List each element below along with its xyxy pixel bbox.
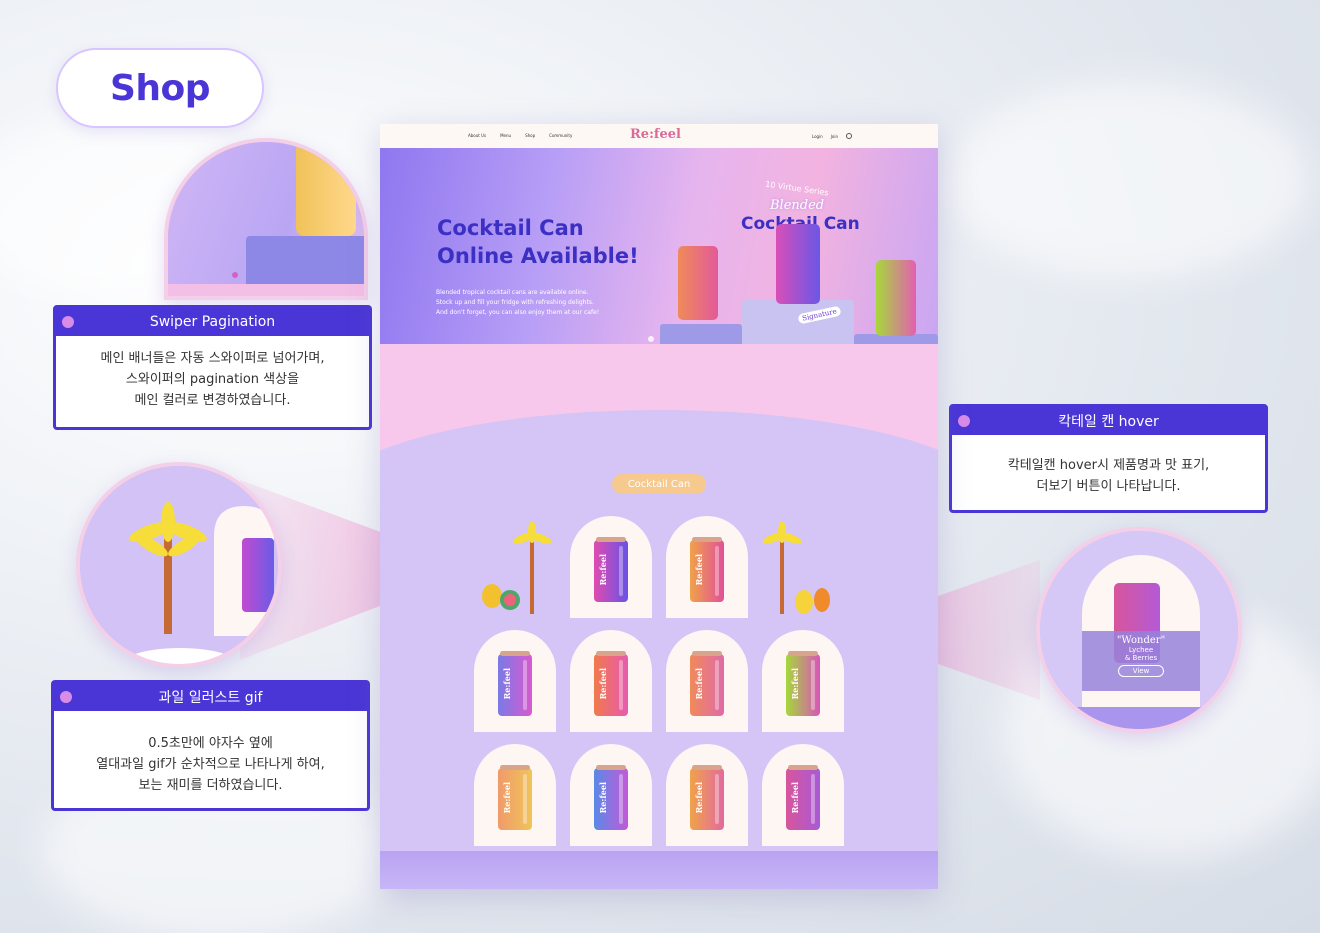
swiper-pagination-dot[interactable] xyxy=(648,336,654,342)
product-card[interactable]: Re:feel xyxy=(474,630,556,732)
product-card[interactable]: Re:feel xyxy=(570,630,652,732)
card-title: 과일 일러스트 gif xyxy=(158,690,263,706)
annotation-card-cocktail: 칵테일 캔 hover 칵테일캔 hover시 제품명과 맛 표기, 더보기 버… xyxy=(949,404,1268,513)
card-line: 칵테일캔 hover시 제품명과 맛 표기, xyxy=(1007,458,1210,473)
nav-item-menu[interactable]: Menu xyxy=(500,133,511,138)
login-link[interactable]: Login xyxy=(812,134,823,139)
hero-banner: Cocktail Can Online Available! Blended t… xyxy=(380,148,938,344)
hero-description: Blended tropical cocktail cans are avail… xyxy=(436,289,600,316)
footer-band xyxy=(380,851,938,889)
swiper-dot-active xyxy=(232,272,238,278)
mango-icon xyxy=(482,584,502,608)
palm-right-icon xyxy=(762,521,830,614)
hero-can xyxy=(678,246,718,320)
site-logo[interactable]: Re:feel xyxy=(630,127,681,142)
pineapple-icon xyxy=(795,590,813,614)
site-nav: About Us Menu Shop Community Re:feel Log… xyxy=(380,124,938,148)
product-card[interactable]: Re:feel xyxy=(666,516,748,618)
card-line: 메인 컬러로 변경하였습니다. xyxy=(134,393,291,408)
hero-can xyxy=(776,224,820,304)
annotation-card-fruit: 과일 일러스트 gif 0.5초만에 야자수 옆에 열대과일 gif가 순차적으… xyxy=(51,680,370,811)
hover-flavor: & Berries xyxy=(1124,654,1158,662)
product-card[interactable]: Re:feel xyxy=(474,744,556,846)
card-dot xyxy=(958,415,970,427)
view-button[interactable]: View xyxy=(1118,665,1164,677)
card-line: 0.5초만에 야자수 옆에 xyxy=(148,736,273,751)
hero-can xyxy=(876,260,916,336)
nav-item-shop[interactable]: Shop xyxy=(525,133,535,138)
card-line: 스와이퍼의 pagination 색상을 xyxy=(125,372,300,387)
card-line: 메인 배너들은 자동 스와이퍼로 넘어가며, xyxy=(100,351,325,366)
zoom-hover: "Wonder" Lychee & Berries View xyxy=(1036,527,1242,733)
zoom-swiper xyxy=(164,138,368,300)
product-card[interactable]: Re:feel xyxy=(762,744,844,846)
annotation-card-swiper: Swiper Pagination 메인 배너들은 자동 스와이퍼로 넘어가며,… xyxy=(53,305,372,430)
card-line: 더보기 버튼이 나타납니다. xyxy=(1036,479,1181,494)
hover-overlay: "Wonder" Lychee & Berries View xyxy=(1082,631,1200,691)
product-card[interactable]: Re:feel xyxy=(762,630,844,732)
product-card[interactable]: Re:feel xyxy=(666,630,748,732)
section-badge: Cocktail Can xyxy=(612,474,706,494)
card-line: 열대과일 gif가 순차적으로 나타나게 하여, xyxy=(96,757,325,772)
zoom-fruit xyxy=(76,462,282,668)
palm-left-icon xyxy=(482,521,552,614)
can-zoom xyxy=(242,538,274,612)
website-mockup: About Us Menu Shop Community Re:feel Log… xyxy=(380,124,938,889)
card-dot xyxy=(60,691,72,703)
join-link[interactable]: Join xyxy=(831,134,838,139)
card-title: 칵테일 캔 hover xyxy=(1058,414,1159,430)
pedestal xyxy=(660,324,742,344)
hero-series-label: 10 Virtue Series xyxy=(764,179,830,198)
product-card[interactable]: Re:feel xyxy=(570,744,652,846)
card-title: Swiper Pagination xyxy=(149,314,276,330)
nav-item-about[interactable]: About Us xyxy=(468,133,486,138)
hero-blended: Blended xyxy=(770,198,825,213)
papaya-icon xyxy=(814,588,830,612)
card-line: 보는 재미를 더하였습니다. xyxy=(138,778,283,793)
hero-title: Cocktail Can Online Available! xyxy=(437,216,639,268)
hover-flavor: Lychee xyxy=(1128,646,1154,654)
can-zoom xyxy=(296,142,356,236)
product-card[interactable]: Re:feel xyxy=(666,744,748,846)
card-dot xyxy=(62,316,74,328)
hover-product-name: "Wonder" xyxy=(1116,635,1166,646)
globe-icon[interactable] xyxy=(846,133,852,139)
nav-item-community[interactable]: Community xyxy=(549,133,572,138)
product-card[interactable]: Re:feel xyxy=(570,516,652,618)
